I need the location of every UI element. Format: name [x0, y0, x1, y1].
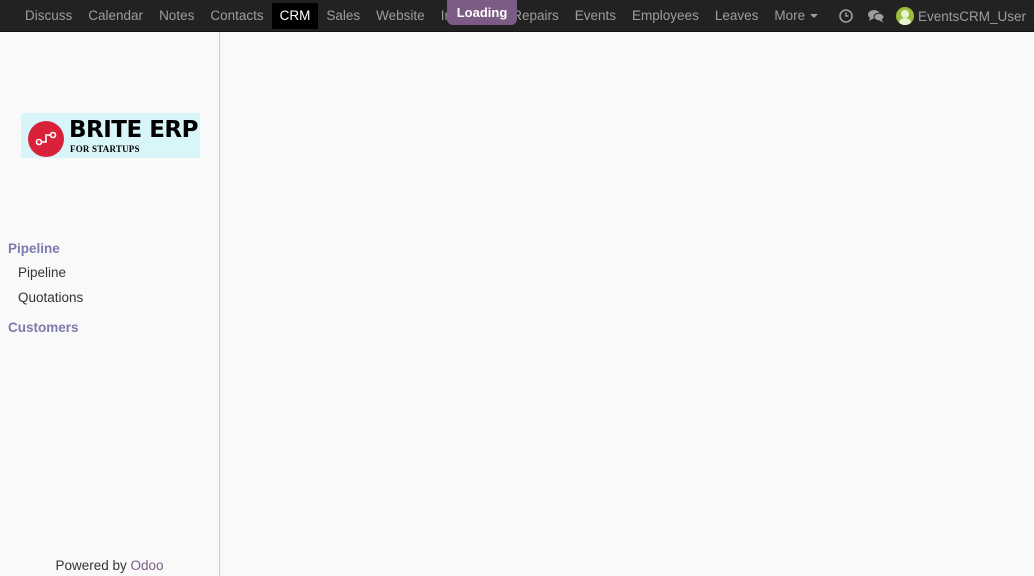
app-menu: Discuss Calendar Notes Contacts CRM Sale…: [17, 0, 826, 31]
powered-by-label: Powered by: [55, 558, 127, 573]
sidebar-item-quotations[interactable]: Quotations: [18, 290, 83, 305]
powered-by-footer: Powered by Odoo: [0, 558, 219, 573]
menu-item-sales[interactable]: Sales: [318, 3, 368, 29]
menu-item-website[interactable]: Website: [368, 3, 433, 29]
sidebar-item-pipeline[interactable]: Pipeline: [18, 265, 66, 280]
sidebar: BRITE ERP FOR STARTUPS Pipeline Pipeline…: [0, 32, 220, 576]
sidebar-section-customers[interactable]: Customers: [8, 320, 79, 335]
user-menu[interactable]: EventsCRM_User: [895, 3, 1026, 29]
menu-item-employees[interactable]: Employees: [624, 3, 707, 29]
sidebar-section-pipeline[interactable]: Pipeline: [8, 241, 60, 256]
company-logo[interactable]: BRITE ERP FOR STARTUPS: [21, 113, 200, 158]
menu-item-discuss[interactable]: Discuss: [17, 3, 80, 29]
menu-item-events[interactable]: Events: [567, 3, 624, 29]
menu-item-leaves[interactable]: Leaves: [707, 3, 767, 29]
caret-down-icon: [810, 14, 819, 18]
logo-subtitle: FOR STARTUPS: [70, 144, 140, 154]
menu-item-notes[interactable]: Notes: [151, 3, 202, 29]
avatar: [895, 7, 914, 25]
logo-badge-icon: [28, 121, 64, 157]
more-menu-label: More: [774, 8, 806, 23]
user-name: EventsCRM_User: [917, 8, 1026, 24]
main-content: [220, 32, 1034, 576]
clock-icon[interactable]: [837, 7, 855, 25]
more-menu[interactable]: More: [766, 3, 826, 29]
menu-item-contacts[interactable]: Contacts: [202, 3, 271, 29]
top-navbar: Discuss Calendar Notes Contacts CRM Sale…: [0, 0, 1034, 32]
logo-title: BRITE ERP: [69, 117, 199, 143]
menu-item-crm[interactable]: CRM: [271, 3, 319, 29]
menu-item-calendar[interactable]: Calendar: [80, 3, 151, 29]
chat-icon[interactable]: [867, 7, 885, 25]
loading-indicator: Loading: [447, 0, 517, 25]
odoo-link[interactable]: Odoo: [131, 558, 164, 573]
